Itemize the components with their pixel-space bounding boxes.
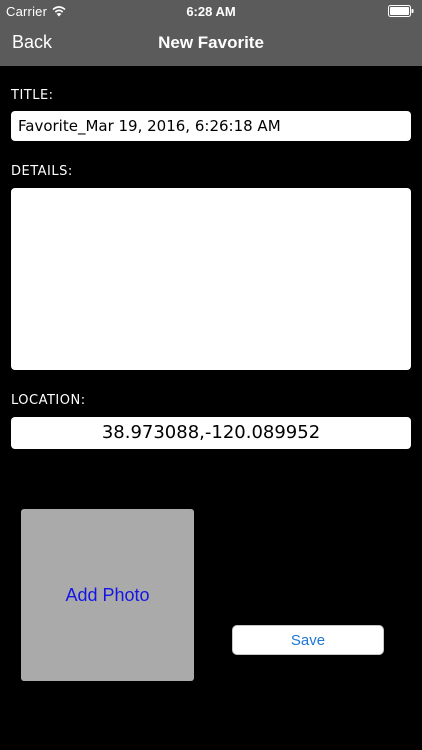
add-photo-label: Add Photo <box>65 584 150 605</box>
add-photo-button[interactable]: Add Photo <box>21 509 194 681</box>
battery-icon <box>388 5 414 17</box>
status-time: 6:28 AM <box>186 4 236 19</box>
status-bar: Carrier 6:28 AM <box>0 0 422 22</box>
page-title: New Favorite <box>158 33 264 52</box>
save-label: Save <box>290 631 326 649</box>
title-input[interactable]: Favorite_Mar 19, 2016, 6:26:18 AM <box>11 111 411 141</box>
details-textarea[interactable] <box>11 188 411 370</box>
location-label: LOCATION: <box>11 393 86 408</box>
location-field[interactable]: 38.973088,-120.089952 <box>11 417 411 449</box>
title-label: TITLE: <box>11 88 54 103</box>
details-label: DETAILS: <box>11 164 73 179</box>
navigation-bar: Back New Favorite <box>0 22 422 66</box>
save-button[interactable]: Save <box>232 625 384 655</box>
